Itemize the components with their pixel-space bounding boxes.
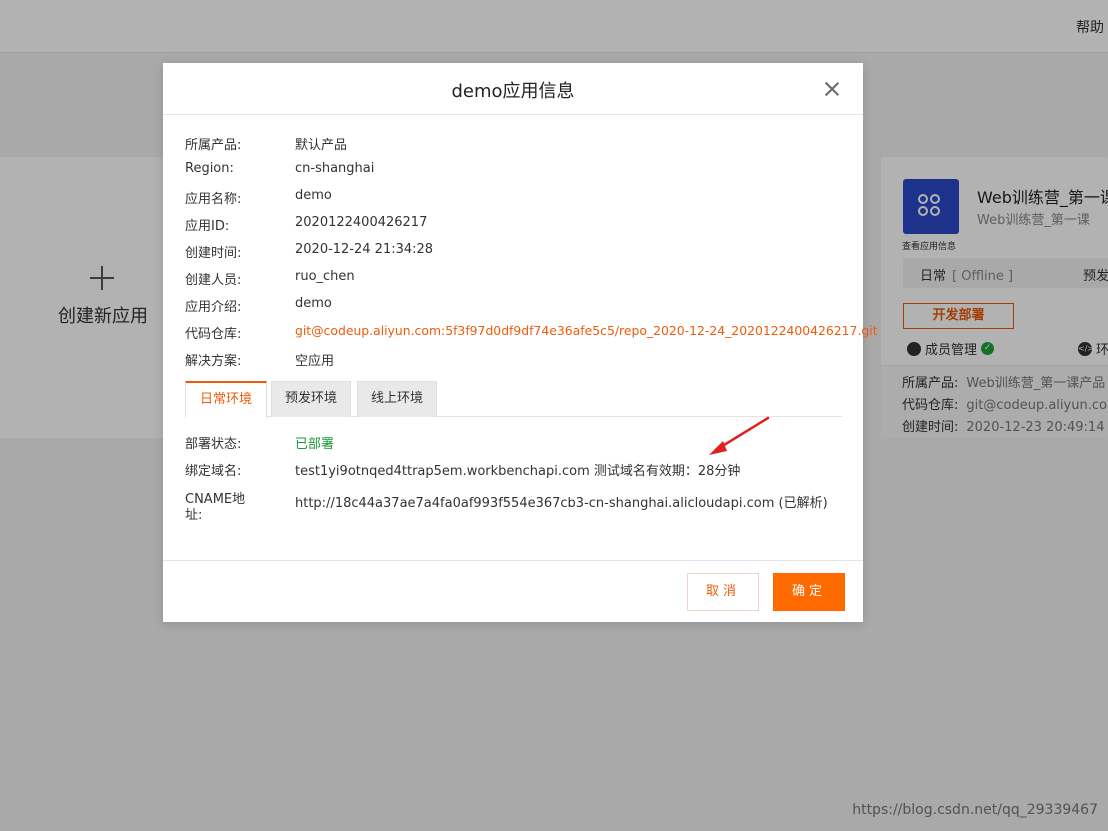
tab-online[interactable]: 线上环境 — [357, 381, 437, 417]
close-icon[interactable] — [821, 78, 843, 100]
cancel-button[interactable]: 取消 — [687, 573, 759, 611]
dialog-header: demo应用信息 — [163, 63, 863, 115]
dialog-title: demo应用信息 — [451, 81, 575, 102]
tab-daily[interactable]: 日常环境 — [185, 381, 267, 418]
repo-link[interactable]: git@codeup.aliyun.com:5f3f97d0df9df74e36… — [295, 323, 878, 338]
bound-domain: test1yi9otnqed4ttrap5em.workbenchapi.com… — [295, 464, 741, 479]
app-info-dialog: demo应用信息 所属产品: 默认产品 Region: cn-shanghai 应用… — [163, 63, 878, 622]
env-tabs: 日常环境 预发环境 线上环境 — [185, 380, 842, 418]
tab-pre[interactable]: 预发环境 — [271, 381, 351, 417]
confirm-button[interactable]: 确定 — [773, 573, 845, 611]
cname-address: http://18c44a37ae7a4fa0af993f554e367cb3-… — [295, 496, 828, 511]
deploy-status: 已部署 — [295, 437, 335, 452]
dialog-footer: 取消 确定 — [163, 560, 863, 622]
arrow-annotation — [709, 416, 770, 455]
